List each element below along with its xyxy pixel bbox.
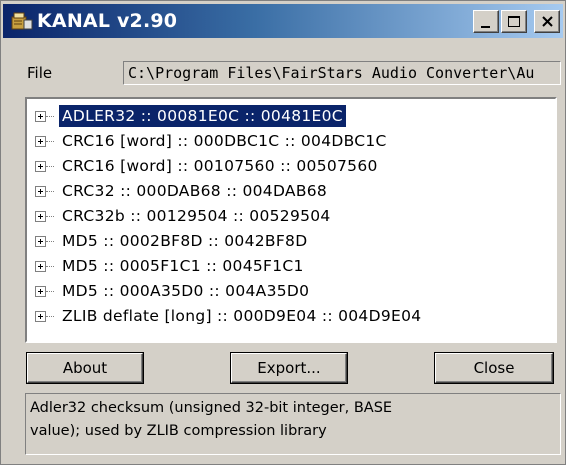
close-button[interactable]: Close <box>435 353 553 383</box>
file-label: File <box>27 64 53 82</box>
maximize-button[interactable] <box>501 10 527 33</box>
expand-plus-icon[interactable] <box>35 161 46 172</box>
tree-connector <box>46 116 54 118</box>
tree-item-label[interactable]: MD5 :: 0005F1C1 :: 0045F1C1 <box>59 255 307 277</box>
description-line-1: Adler32 checksum (unsigned 32-bit intege… <box>30 400 393 416</box>
expand-plus-icon[interactable] <box>35 211 46 222</box>
expand-plus-icon[interactable] <box>35 236 46 247</box>
minimize-icon <box>481 26 490 28</box>
tree-connector <box>46 241 54 243</box>
window-title: KANAL v2.90 <box>37 10 178 32</box>
about-button[interactable]: About <box>27 353 143 383</box>
tree-connector <box>46 166 54 168</box>
tree-item-label[interactable]: MD5 :: 000A35D0 :: 004A35D0 <box>59 280 312 302</box>
tree-item[interactable]: MD5 :: 0005F1C1 :: 0045F1C1 <box>35 255 535 279</box>
tree-item[interactable]: CRC32 :: 000DAB68 :: 004DAB68 <box>35 180 535 204</box>
title-bar[interactable]: KANAL v2.90 <box>3 4 563 38</box>
file-path-field[interactable]: C:\Program Files\FairStars Audio Convert… <box>123 61 561 85</box>
tree-item[interactable]: ADLER32 :: 00081E0C :: 00481E0C <box>35 105 535 129</box>
expand-plus-icon[interactable] <box>35 261 46 272</box>
export-button[interactable]: Export... <box>231 353 347 383</box>
tree-connector <box>46 191 54 193</box>
kanal-app-icon <box>11 11 33 31</box>
checksum-tree[interactable]: ADLER32 :: 00081E0C :: 00481E0C CRC16 [w… <box>25 97 557 343</box>
tree-item[interactable]: ZLIB deflate [long] :: 000D9E04 :: 004D9… <box>35 305 535 329</box>
expand-plus-icon[interactable] <box>35 136 46 147</box>
tree-item-label[interactable]: MD5 :: 0002BF8D :: 0042BF8D <box>59 230 310 252</box>
expand-plus-icon[interactable] <box>35 186 46 197</box>
expand-plus-icon[interactable] <box>35 111 46 122</box>
description-line-2: value); used by ZLIB compression library <box>30 423 327 439</box>
tree-item[interactable]: CRC16 [word] :: 00107560 :: 00507560 <box>35 155 535 179</box>
close-icon <box>542 16 553 27</box>
tree-item-label[interactable]: ADLER32 :: 00081E0C :: 00481E0C <box>59 105 346 127</box>
close-window-button[interactable] <box>534 10 560 33</box>
minimize-button[interactable] <box>473 10 499 33</box>
tree-item[interactable]: MD5 :: 0002BF8D :: 0042BF8D <box>35 230 535 254</box>
description-box: Adler32 checksum (unsigned 32-bit intege… <box>25 393 561 455</box>
kanal-window: KANAL v2.90 File C:\Program Files\FairSt… <box>0 0 566 465</box>
tree-connector <box>46 216 54 218</box>
tree-item-label[interactable]: CRC32 :: 000DAB68 :: 004DAB68 <box>59 180 330 202</box>
tree-item[interactable]: CRC32b :: 00129504 :: 00529504 <box>35 205 535 229</box>
tree-connector <box>46 291 54 293</box>
tree-connector <box>46 141 54 143</box>
tree-connector <box>46 266 54 268</box>
tree-item[interactable]: CRC16 [word] :: 000DBC1C :: 004DBC1C <box>35 130 535 154</box>
tree-item-label[interactable]: ZLIB deflate [long] :: 000D9E04 :: 004D9… <box>59 305 424 327</box>
tree-item-label[interactable]: CRC16 [word] :: 00107560 :: 00507560 <box>59 155 381 177</box>
tree-item[interactable]: MD5 :: 000A35D0 :: 004A35D0 <box>35 280 535 304</box>
tree-item-label[interactable]: CRC32b :: 00129504 :: 00529504 <box>59 205 334 227</box>
expand-plus-icon[interactable] <box>35 311 46 322</box>
tree-item-label[interactable]: CRC16 [word] :: 000DBC1C :: 004DBC1C <box>59 130 390 152</box>
tree-connector <box>46 316 54 318</box>
expand-plus-icon[interactable] <box>35 286 46 297</box>
maximize-icon <box>508 16 520 27</box>
